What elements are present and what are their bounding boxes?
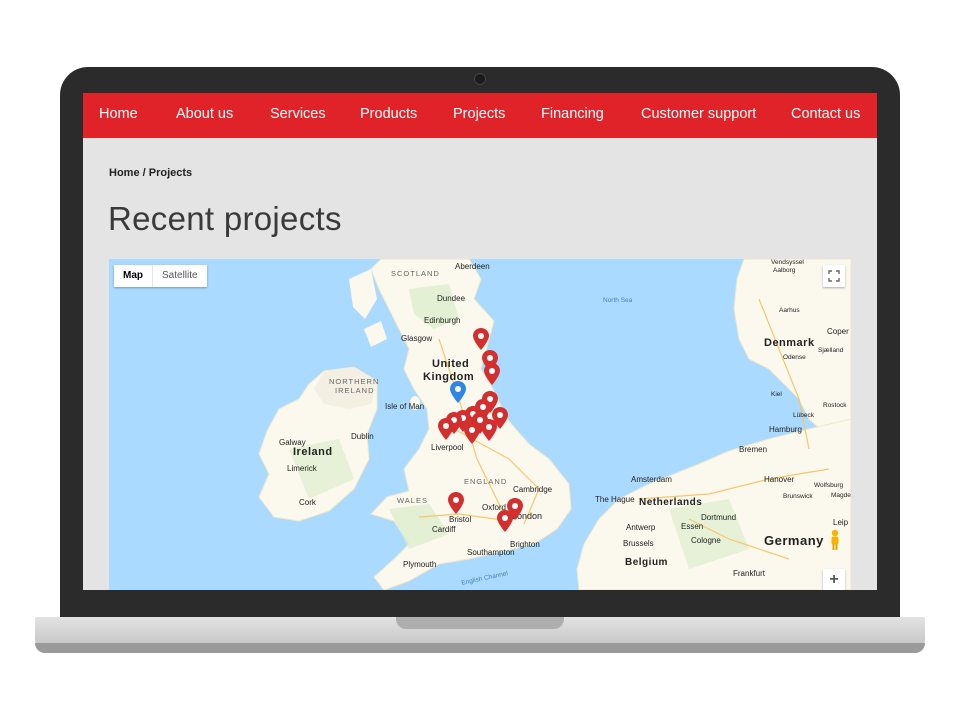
main-navigation: Home About us Services Products Projects…: [83, 93, 877, 138]
label-southampton: Southampton: [467, 548, 515, 557]
label-wolfsburg: Wolfsburg: [814, 482, 844, 489]
label-aalborg: Aalborg: [773, 267, 796, 274]
label-denmark: Denmark: [764, 337, 815, 349]
project-marker[interactable]: [464, 422, 480, 444]
label-antwerp: Antwerp: [626, 523, 656, 532]
label-frankfurt: Frankfurt: [733, 569, 766, 578]
fullscreen-icon: [828, 270, 840, 282]
label-brunswick: Brunswick: [783, 493, 813, 500]
laptop-base-bottom: [35, 643, 925, 653]
zoom-in-button[interactable]: +: [823, 569, 845, 590]
label-england: ENGLAND: [464, 477, 508, 486]
nav-home[interactable]: Home: [99, 93, 138, 138]
laptop-screen: Home About us Services Products Projects…: [83, 93, 877, 590]
label-wales: WALES: [397, 496, 428, 505]
label-kiel: Kiel: [771, 391, 782, 398]
label-brussels: Brussels: [623, 539, 654, 548]
skye-land: [364, 321, 387, 347]
label-magdeburg: Magde: [831, 492, 851, 499]
label-ireland-region: IRELAND: [335, 386, 375, 395]
label-bristol: Bristol: [449, 515, 472, 524]
page-title: Recent projects: [108, 200, 342, 237]
label-glasgow: Glasgow: [401, 334, 433, 343]
label-the-hague: The Hague: [595, 495, 635, 504]
label-cardiff: Cardiff: [432, 525, 456, 534]
label-liverpool: Liverpool: [431, 443, 464, 452]
label-cambridge: Cambridge: [513, 485, 553, 494]
map-type-control: Map Satellite: [114, 265, 207, 287]
laptop-notch: [396, 617, 564, 629]
label-hamburg: Hamburg: [769, 425, 802, 434]
label-germany: Germany: [764, 533, 824, 548]
label-limerick: Limerick: [287, 464, 317, 473]
label-isle-of-man: Isle of Man: [385, 402, 425, 411]
label-belgium: Belgium: [625, 557, 668, 568]
nav-products[interactable]: Products: [360, 93, 417, 138]
map-type-satellite-button[interactable]: Satellite: [152, 265, 207, 287]
label-united: United: [432, 358, 470, 370]
project-marker[interactable]: [448, 492, 464, 514]
webcam: [474, 73, 486, 85]
label-edinburgh: Edinburgh: [424, 316, 461, 325]
label-essen: Essen: [681, 522, 704, 531]
label-northern: NORTHERN: [329, 377, 380, 386]
nav-contact-us[interactable]: Contact us: [791, 93, 860, 138]
label-lubeck: Lübeck: [793, 412, 814, 419]
label-amsterdam: Amsterdam: [631, 475, 672, 484]
label-cork: Cork: [299, 498, 316, 507]
label-aarhus: Aarhus: [779, 307, 800, 314]
label-north-sea: North Sea: [603, 297, 633, 304]
pegman-street-view-icon[interactable]: [828, 529, 842, 551]
label-netherlands: Netherlands: [639, 497, 703, 508]
project-marker[interactable]: [438, 418, 454, 440]
label-odense: Odense: [783, 354, 806, 361]
project-marker[interactable]: [497, 510, 513, 532]
label-dortmund: Dortmund: [701, 513, 737, 522]
label-aberdeen: Aberdeen: [455, 262, 490, 271]
label-cologne: Cologne: [691, 536, 721, 545]
label-ireland: Ireland: [293, 446, 333, 458]
label-dundee: Dundee: [437, 294, 466, 303]
project-marker[interactable]: [473, 328, 489, 350]
label-scotland: SCOTLAND: [391, 269, 440, 278]
map-type-map-button[interactable]: Map: [114, 265, 152, 287]
label-leipzig: Leip: [833, 518, 849, 527]
nav-customer-support[interactable]: Customer support: [641, 93, 756, 138]
label-hanover: Hanover: [764, 475, 795, 484]
nav-projects[interactable]: Projects: [453, 93, 505, 138]
label-kingdom: Kingdom: [423, 371, 475, 383]
nav-services[interactable]: Services: [270, 93, 326, 138]
breadcrumb[interactable]: Home / Projects: [109, 167, 192, 179]
label-bremen: Bremen: [739, 445, 768, 454]
project-marker[interactable]: [484, 363, 500, 385]
projects-map[interactable]: SCOTLAND Aberdeen Dundee Edinburgh Glasg…: [109, 259, 851, 590]
nav-financing[interactable]: Financing: [541, 93, 604, 138]
label-plymouth: Plymouth: [403, 560, 437, 569]
highlighted-project-marker[interactable]: [450, 381, 466, 403]
hebrides-land: [349, 269, 377, 319]
label-rostock: Rostock: [823, 402, 847, 409]
project-marker[interactable]: [481, 419, 497, 441]
label-sjaelland: Sjælland: [818, 347, 844, 354]
label-vendsyssel: Vendsyssel: [771, 259, 804, 266]
label-copenhagen: Coper: [827, 327, 849, 336]
nav-about-us[interactable]: About us: [176, 93, 233, 138]
label-dublin: Dublin: [351, 432, 374, 441]
fullscreen-button[interactable]: [823, 265, 845, 287]
